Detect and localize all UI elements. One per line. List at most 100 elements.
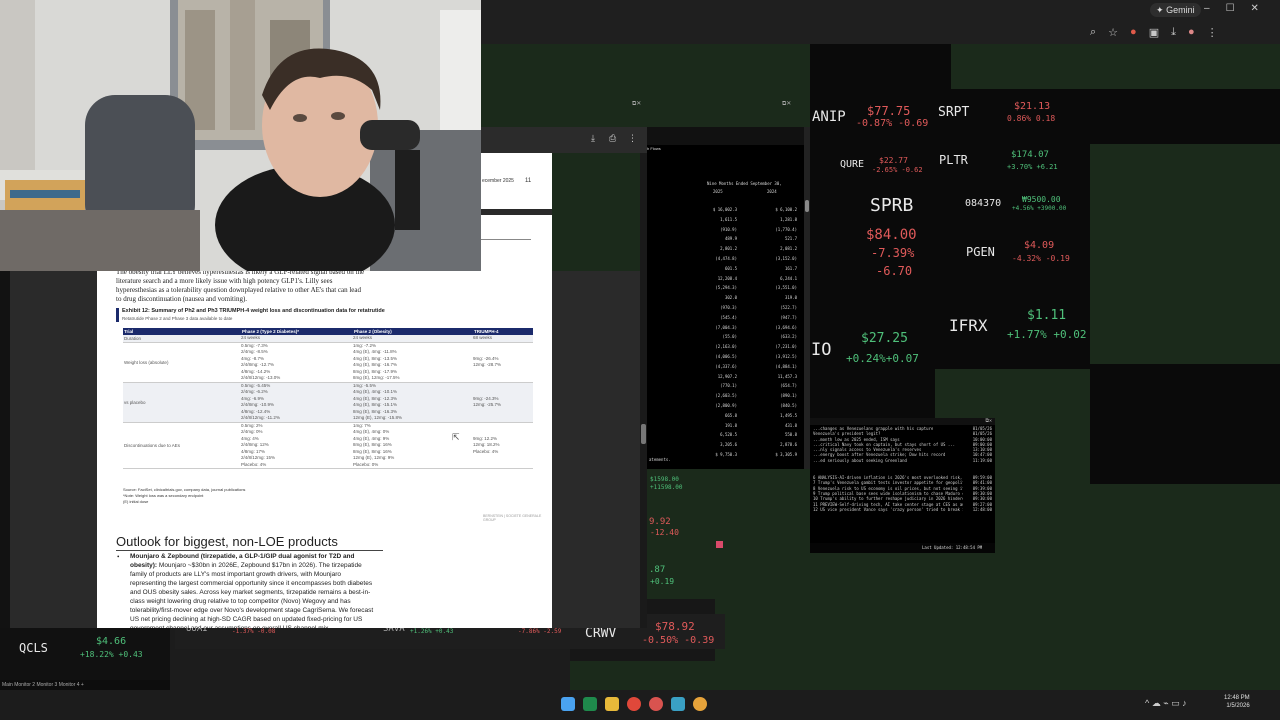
window-controls[interactable]: ⧉✕	[782, 100, 812, 110]
monitor-tabs[interactable]: Main Monitor 2 Monitor 3 Monitor 4 +	[0, 680, 170, 690]
gemini-button[interactable]: ✦ Gemini	[1150, 3, 1201, 17]
sheet-cell: (4,884.1)	[775, 363, 797, 369]
clock-date: 1/5/2026	[1226, 703, 1250, 709]
sheet-row: (970.3) (522.7)	[687, 305, 797, 310]
sheet-row: 489.9 521.7	[687, 236, 797, 241]
window-controls[interactable]: ⧉✕	[632, 100, 647, 110]
news-item[interactable]: ...ed seriously about seeking Greenland 1…	[813, 458, 992, 463]
table-cell-line: 2/4/8/12mg: -11.2%	[241, 415, 280, 420]
sheet-cell: 319.0	[784, 295, 797, 301]
sheet-cell: 161.7	[784, 265, 797, 271]
sheet-cell: (7,231.0)	[775, 344, 797, 350]
table-cell: 1mg: -7.2% 4mg (E), 4mg: -11.8% 4mg (E), 8…	[353, 343, 473, 382]
pdf-scrollbar[interactable]	[640, 153, 647, 628]
extension-icon[interactable]: ●	[1130, 26, 1137, 38]
news-item[interactable]: 12 US vice president Vance says 'crazy p…	[813, 507, 992, 512]
ticker-change: -1.37% -0.08	[232, 628, 276, 635]
ticker-change-absolute: -6.70	[876, 264, 913, 278]
alert-indicator	[716, 541, 723, 548]
sheet-cell: (947.7)	[780, 314, 797, 320]
menu-icon[interactable]: ⋮	[1207, 26, 1218, 39]
bullet-paragraph: Mounjaro & Zepbound (tirzepatide, a GLP-…	[130, 552, 375, 628]
intro-line: to drug discontinuation (nausea and vomi…	[116, 295, 248, 303]
bookmark-star-icon[interactable]: ☆	[1108, 26, 1118, 39]
bullet-lines: Mounjaro ~$30bn in 2026E, Zepbound $17bn…	[130, 562, 374, 628]
chrome-profile-icon[interactable]	[649, 697, 663, 711]
chrome-icon-2[interactable]	[693, 697, 707, 711]
zoom-icon[interactable]: ⌕	[1090, 26, 1096, 39]
ticker-change: +0.19	[650, 577, 675, 586]
sheet-cell: $ 6,100.2	[775, 207, 797, 212]
minimize-button[interactable]: –	[1204, 3, 1210, 14]
table-row: vs placebo 0.5mg: -5.45% 2/4mg: -6.2% 4mg: …	[123, 382, 533, 423]
table-cell-line	[473, 415, 533, 422]
sheet-cell: (522.7)	[780, 305, 797, 310]
windows-start-icon[interactable]	[561, 697, 575, 711]
ticker-price: $174.07	[1011, 150, 1049, 160]
table-cell: 68 weeks	[473, 335, 533, 342]
ticker-change: +18.22% +0.43	[80, 650, 143, 659]
ticker-change: -4.32% -0.19	[1012, 254, 1070, 263]
maximize-button[interactable]: ☐	[1226, 3, 1235, 14]
close-button[interactable]: ✕	[1251, 3, 1259, 14]
sheet-row: 1,611.5 1,281.8	[687, 217, 797, 222]
watermark: BERNSTEIN | SOCIETE GENERALE GROUP	[483, 514, 542, 522]
sheet-scrollbar-thumb[interactable]	[805, 200, 809, 212]
pdf-page-previous: ecember 2025 11	[481, 153, 552, 271]
more-options-icon[interactable]: ⋮	[628, 133, 637, 144]
sheet-cell: 2,801.2	[720, 246, 737, 252]
download-icon[interactable]: ⤓	[591, 133, 595, 144]
sheet-row: (770.1) (654.7)	[687, 383, 797, 388]
ticker-price: $21.13	[1014, 101, 1051, 112]
gemini-label: Gemini	[1166, 5, 1195, 15]
sheet-row: (4,337.6) (4,884.1)	[687, 364, 797, 369]
chrome-icon[interactable]	[627, 697, 641, 711]
ticker-price: .87	[649, 565, 666, 575]
ticker-price: $1598.00	[650, 476, 679, 483]
ticker-change: +0.24%+0.07	[846, 352, 919, 365]
exhibit-source: Source: FactSet, clinicaltrials.gov, com…	[123, 487, 246, 492]
sheet-cell: (890.1)	[780, 393, 797, 399]
sheet-cell: (3,694.6)	[775, 324, 797, 330]
window-controls[interactable]: ⧉✕	[810, 418, 995, 425]
table-cell-line: 2/4/8/12mg: -13.0%	[241, 375, 281, 380]
pdf-scrollbar-thumb[interactable]	[641, 424, 646, 444]
tray-icons[interactable]: ^ ☁ ⌁ ▭ ♪	[1145, 698, 1187, 709]
ticker-change: -12.40	[650, 528, 679, 537]
table-cell: 9mg: 12.2% 12mg: 18.2% Placebo: 4%	[473, 423, 533, 469]
taskbar-clock[interactable]: 12:48 PM 1/5/2026	[1224, 694, 1250, 710]
ticker-price: $4.09	[1024, 240, 1055, 251]
sheet-cell: (654.7)	[780, 383, 797, 389]
download-icon[interactable]: ⤓	[1171, 26, 1176, 39]
excel-icon[interactable]	[583, 697, 597, 711]
sheet-cell: 3,205.6	[720, 442, 737, 448]
puzzle-icon[interactable]: ▣	[1149, 26, 1159, 39]
sheet-cell: (840.5)	[780, 403, 797, 408]
app-icon[interactable]	[671, 697, 685, 711]
financial-statement-window[interactable]: Nine Months Ended September 30, 2025 202…	[647, 127, 810, 469]
ticker-change: 0.86% 0.18	[1007, 114, 1056, 123]
news-feed-window[interactable]: ⧉✕ ...changes as Venezuelans grapple wit…	[810, 418, 995, 553]
sheet-row: 6,520.5 550.8	[687, 432, 797, 437]
ticker-change: +11598.00	[650, 484, 683, 491]
news-headline: 12 US vice president Vance says 'crazy p…	[813, 506, 963, 512]
print-icon[interactable]: ⎙	[609, 133, 616, 144]
table-header-cell: Trial	[124, 329, 134, 334]
table-cell: 1mg: 7% 4mg (E), 4mg: 0% 4mg (E), 4mg: 9% 8…	[353, 423, 473, 469]
sheet-cell: 1,281.8	[780, 216, 797, 222]
table-cell: 24 weeks	[353, 335, 473, 342]
sheet-row: 12,208.4 6,244.1	[687, 276, 797, 281]
sparkle-icon: ✦	[1156, 5, 1164, 15]
file-explorer-icon[interactable]	[605, 697, 619, 711]
table-row: Discontinuations due to AEs 0.5mg: 2% 2/4m…	[123, 422, 533, 469]
exhibit-title: Exhibit 12: Summary of Ph2 and Ph3 TRIUM…	[122, 308, 385, 314]
ticker-price: $4.66	[96, 636, 127, 647]
sheet-cell: $ 9,750.3	[715, 452, 737, 457]
sheet-cell: (3,152.0)	[775, 256, 797, 261]
news-time: 12:48:00	[972, 506, 992, 512]
panel	[810, 44, 951, 108]
avatar[interactable]: ●	[1188, 26, 1195, 38]
sheet-cell: (910.9)	[720, 226, 737, 232]
sheet-cell: (633.2)	[780, 334, 797, 340]
table-header-row: Trial Phase 2 (Type 2 Diabetes)* Phase 2 (…	[123, 328, 533, 335]
